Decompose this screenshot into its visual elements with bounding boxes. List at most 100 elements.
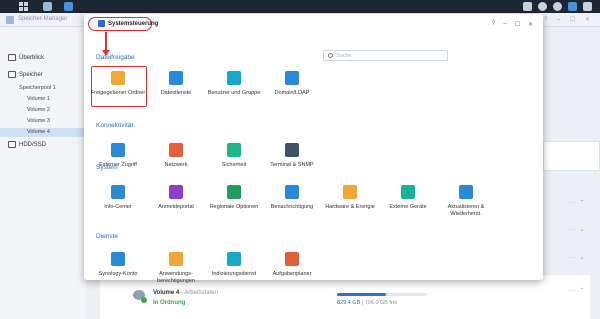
sidebar-item-hdd[interactable]: HDD/SSD	[8, 141, 46, 148]
tile-label: Benachrichtigung	[270, 204, 314, 210]
sidebar-item-volume-1[interactable]: Volume 1	[27, 96, 50, 102]
overview-icon	[8, 54, 16, 61]
tile-notification[interactable]: Benachrichtigung	[263, 185, 321, 211]
storage-manager-taskbar-icon[interactable]	[39, 1, 55, 12]
sidebar-item-volume-3[interactable]: Volume 3	[27, 118, 50, 124]
tile-label: Sicherheit	[221, 162, 247, 168]
tile-domain[interactable]: Domain/LDAP	[263, 71, 321, 97]
tile-terminal[interactable]: Terminal & SNMP	[263, 143, 321, 169]
calendar-icon	[285, 252, 299, 266]
section-title: Dienste	[96, 233, 119, 240]
more-options-icon[interactable]: ··· ⌃	[568, 199, 586, 206]
control-panel-taskbar-icon[interactable]	[60, 1, 76, 12]
desktop-icon[interactable]	[568, 2, 577, 11]
sidebar-item-pool[interactable]: Speicherpool 1	[19, 85, 56, 91]
search-taskbar-icon[interactable]	[583, 2, 592, 11]
domain-icon	[285, 71, 299, 85]
tile-info[interactable]: Info-Center	[89, 185, 147, 211]
globe-icon	[111, 143, 125, 157]
tile-calendar[interactable]: Aufgabenplaner	[263, 252, 321, 278]
tile-users[interactable]: Benutzer und Gruppe	[205, 71, 263, 97]
tile-file-services[interactable]: Dateidienste	[147, 71, 205, 97]
volume-name: Volume 4 - Arbeitsdaten	[153, 290, 218, 296]
widgets-icon[interactable]	[523, 2, 532, 11]
sidebar-item-volume-4[interactable]: Volume 4	[27, 129, 50, 135]
maximize-icon[interactable]: ☐	[515, 21, 520, 28]
folder-icon	[111, 71, 125, 85]
tile-label: Aufgabenplaner	[272, 271, 312, 277]
search-placeholder: Suche	[336, 52, 352, 59]
dialog-title: Systemsteuerung	[108, 20, 159, 27]
terminal-icon	[285, 143, 299, 157]
more-options-icon[interactable]: ··· ⌄	[568, 226, 586, 233]
volume-free: | 706.0 GB frei	[361, 300, 398, 306]
region-icon	[227, 185, 241, 199]
house-icon	[169, 143, 183, 157]
tile-label: Externe Geräte	[389, 204, 427, 210]
tile-label: Domain/LDAP	[274, 90, 310, 96]
usage-bar	[337, 293, 427, 296]
storage-manager-window-controls[interactable]: ? – ☐ ✕	[544, 16, 594, 23]
sidebar-item-storage[interactable]: Speicher	[8, 71, 43, 78]
sidebar-item-label: HDD/SSD	[19, 141, 47, 148]
account-icon	[111, 252, 125, 266]
user-icon[interactable]	[553, 2, 562, 11]
sidebar: Überblick Speicher Speicherpool 1 Volume…	[0, 27, 86, 319]
control-panel-icon	[98, 20, 105, 27]
tile-label: Freigegebener Ordner	[90, 90, 146, 96]
section-title: Konnektivität	[96, 122, 134, 129]
tile-label: Hardware & Energie	[325, 204, 375, 210]
bulb-icon	[343, 185, 357, 199]
tile-account[interactable]: Synology-Konto	[89, 252, 147, 278]
tile-portal[interactable]: Anmeldeportal	[147, 185, 205, 211]
close-icon[interactable]: ✕	[528, 21, 533, 28]
tile-folder[interactable]: Freigegebener Ordner	[89, 71, 147, 97]
section-title: Dateifreigabe	[96, 54, 135, 61]
tile-label: Netzwerk	[164, 162, 188, 168]
info-icon	[111, 185, 125, 199]
status-ok-icon	[141, 297, 147, 303]
storage-icon	[8, 71, 16, 78]
update-icon	[459, 185, 473, 199]
tile-lock[interactable]: Anwendungs-berechtigungen	[147, 252, 205, 285]
index-icon	[227, 252, 241, 266]
tile-label: Synology-Konto	[98, 271, 138, 277]
dialog-title-bar: Systemsteuerung	[98, 20, 158, 27]
shield-icon	[227, 143, 241, 157]
volume-used: 829.4 GB	[337, 300, 361, 306]
more-options-icon[interactable]: ··· ⌄	[568, 254, 586, 261]
more-options-icon[interactable]: ··· ⌃	[568, 287, 586, 294]
tile-external-device[interactable]: Externe Geräte	[379, 185, 437, 211]
hdd-icon	[8, 141, 16, 148]
tile-label: Anmeldeportal	[158, 204, 194, 210]
main-menu-icon[interactable]	[15, 1, 31, 12]
tile-label: Indizierungsdienst	[211, 271, 257, 277]
tile-house[interactable]: Netzwerk	[147, 143, 205, 169]
tile-label: Dateidienste	[160, 90, 192, 96]
volume-size: 829.4 GB | 706.0 GB frei	[337, 300, 397, 306]
search-input[interactable]: Suche	[323, 50, 448, 61]
tile-bulb[interactable]: Hardware & Energie	[321, 185, 379, 211]
sidebar-item-volume-2[interactable]: Volume 2	[27, 107, 50, 113]
taskbar	[0, 0, 600, 13]
sidebar-item-overview[interactable]: Überblick	[8, 54, 44, 61]
tile-shield[interactable]: Sicherheit	[205, 143, 263, 169]
tile-region[interactable]: Regionale Optionen	[205, 185, 263, 211]
tile-index[interactable]: Indizierungsdienst	[205, 252, 263, 278]
tile-label: Benutzer und Gruppe	[207, 90, 261, 96]
tile-label: Regionale Optionen	[209, 204, 259, 210]
volume-status: In Ordnung	[153, 300, 186, 306]
tile-update[interactable]: Aktualisieren & Wiederherst.	[437, 185, 495, 218]
section-title: System	[96, 164, 118, 171]
storage-manager-title: Speicher-Manager	[18, 16, 68, 22]
users-icon	[227, 71, 241, 85]
minimize-icon[interactable]: –	[503, 21, 506, 28]
tile-label: Info-Center	[104, 204, 132, 210]
storage-manager-app-icon	[6, 16, 14, 24]
window-controls: ? – ☐ ✕	[492, 21, 533, 28]
volume-subtitle: - Arbeitsdaten	[180, 290, 218, 296]
help-icon[interactable]: ?	[492, 21, 495, 28]
chat-icon[interactable]	[538, 2, 547, 11]
search-icon	[328, 53, 333, 58]
file-services-icon	[169, 71, 183, 85]
